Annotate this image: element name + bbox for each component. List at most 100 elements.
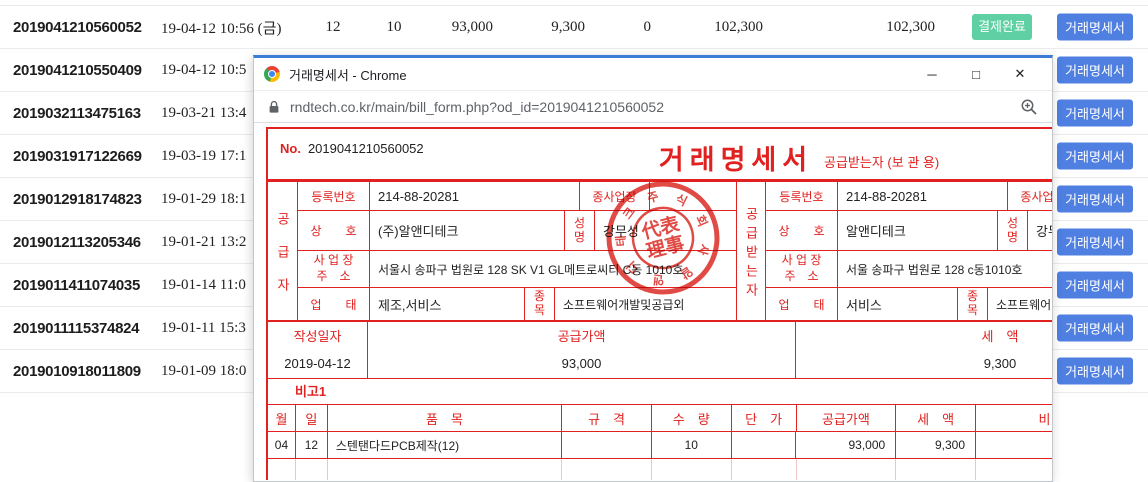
invoice-button[interactable]: 거래명세서	[1057, 358, 1133, 385]
order-id: 2019011115374824	[0, 320, 161, 337]
reg-no-label: 등록번호	[766, 182, 838, 210]
item-note	[976, 432, 1052, 458]
order-discount: 0	[585, 19, 651, 36]
biz-item-label: 종목	[958, 288, 988, 320]
order-id: 2019032113475163	[0, 105, 161, 122]
receiver-side-label: 공급받는자	[736, 182, 766, 320]
invoice-button[interactable]: 거래명세서	[1057, 143, 1133, 170]
remark-label: 비고1	[268, 378, 1052, 404]
invoice-header: No.2019041210560052 거래명세서 공급받는자 (보 관 용)	[268, 129, 1052, 179]
receiver-address: 서울 송파구 법원로 128 c동1010호	[838, 251, 1052, 287]
screen: 2019041210560052 19-04-12 10:56 (금) 12 1…	[0, 0, 1148, 482]
maximize-button[interactable]: □	[954, 67, 998, 82]
receiver-reg-no: 214-88-20281	[838, 182, 1008, 210]
order-qty2: 10	[370, 19, 418, 36]
col-note: 비 고	[976, 405, 1052, 431]
biz-type-label: 업 태	[298, 288, 370, 320]
supplier-reg-no: 214-88-20281	[370, 182, 580, 210]
invoice-number-value: 2019041210560052	[308, 141, 424, 156]
window-titlebar[interactable]: 거래명세서 - Chrome ─ □ ✕	[254, 58, 1052, 90]
item-month: 04	[268, 432, 296, 458]
col-day: 일	[296, 405, 328, 431]
chrome-icon	[264, 66, 280, 82]
address-label: 사 업 장주 소	[766, 251, 838, 287]
svg-text:주: 주	[646, 189, 660, 205]
order-paid-total: 102,300	[763, 19, 935, 36]
order-row: 2019041210560052 19-04-12 10:56 (금) 12 1…	[0, 6, 1148, 49]
invoice-button[interactable]: 거래명세서	[1057, 14, 1133, 41]
svg-text:앤: 앤	[652, 272, 665, 288]
svg-text:알: 알	[678, 264, 695, 282]
zoom-icon[interactable]	[1020, 98, 1038, 116]
receiver-company: 알앤디테크	[838, 211, 998, 250]
invoice-number: No. 2019041210560052	[280, 141, 424, 156]
invoice-document: No.2019041210560052 거래명세서 공급받는자 (보 관 용) …	[266, 127, 1052, 480]
svg-text:크: 크	[620, 205, 638, 222]
order-tax: 9,300	[493, 19, 585, 36]
popup-content: No.2019041210560052 거래명세서 공급받는자 (보 관 용) …	[254, 123, 1052, 480]
order-date: 19-04-12 10:56 (금)	[161, 17, 293, 38]
col-month: 월	[268, 405, 296, 431]
branch-label: 종사업장	[1008, 182, 1052, 210]
order-supply: 93,000	[418, 19, 493, 36]
close-button[interactable]: ✕	[998, 66, 1042, 82]
order-id: 2019041210560052	[0, 19, 161, 36]
page-url: rndtech.co.kr/main/bill_form.php?od_id=2…	[290, 99, 1020, 115]
write-date-label: 작성일자	[268, 322, 368, 348]
invoice-button[interactable]: 거래명세서	[1057, 229, 1133, 256]
status-badge: 결제완료	[972, 14, 1032, 40]
summary-value-row: 2019-04-12 93,000 9,300	[268, 348, 1052, 378]
biz-item-label: 종목	[525, 288, 555, 320]
col-tax: 세 액	[896, 405, 976, 431]
svg-text:회: 회	[693, 213, 711, 229]
col-price: 단 가	[732, 405, 797, 431]
ceo-label: 성명	[565, 211, 595, 250]
minimize-button[interactable]: ─	[910, 67, 954, 82]
item-qty: 10	[652, 432, 732, 458]
svg-text:테: 테	[614, 235, 629, 247]
company-label: 상 호	[766, 211, 838, 250]
col-qty: 수 량	[652, 405, 732, 431]
supplier-biz-type: 제조,서비스	[370, 288, 525, 320]
item-row-empty	[268, 458, 1052, 480]
order-id: 2019031917122669	[0, 148, 161, 165]
invoice-button[interactable]: 거래명세서	[1057, 315, 1133, 342]
col-item: 품 목	[328, 405, 562, 431]
tax-amount-value: 9,300	[796, 348, 1052, 378]
tax-amount-label: 세 액	[796, 322, 1052, 348]
order-total: 102,300	[651, 19, 763, 36]
order-id: 2019010918011809	[0, 363, 161, 380]
ceo-label: 성명	[998, 211, 1028, 250]
item-name: 스텐탠다드PCB제작(12)	[328, 432, 562, 458]
svg-text:식: 식	[673, 191, 690, 209]
chrome-popup-window: 거래명세서 - Chrome ─ □ ✕ rndtech.co.kr/main/…	[253, 55, 1053, 482]
item-supply: 93,000	[796, 432, 896, 458]
invoice-button[interactable]: 거래명세서	[1057, 272, 1133, 299]
col-spec: 규 격	[562, 405, 652, 431]
invoice-button[interactable]: 거래명세서	[1057, 57, 1133, 84]
item-day: 12	[296, 432, 328, 458]
items-header-row: 월 일 품 목 규 격 수 량 단 가 공급가액 세 액 비 고	[268, 404, 1052, 431]
supply-amount-label: 공급가액	[368, 322, 796, 348]
invoice-copy-label: 공급받는자 (보 관 용)	[824, 152, 939, 171]
invoice-button[interactable]: 거래명세서	[1057, 186, 1133, 213]
item-tax: 9,300	[896, 432, 976, 458]
col-supply: 공급가액	[797, 405, 897, 431]
item-spec	[562, 432, 652, 458]
receiver-biz-item: 소프트웨어개발및공급외	[988, 288, 1052, 320]
reg-no-label: 등록번호	[298, 182, 370, 210]
invoice-button[interactable]: 거래명세서	[1057, 100, 1133, 127]
biz-type-label: 업 태	[766, 288, 838, 320]
order-id: 2019041210550409	[0, 62, 161, 79]
address-label: 사 업 장주 소	[298, 251, 370, 287]
company-label: 상 호	[298, 211, 370, 250]
write-date-value: 2019-04-12	[268, 348, 368, 378]
order-id: 2019011411074035	[0, 277, 161, 294]
order-id: 2019012918174823	[0, 191, 161, 208]
receiver-biz-type: 서비스	[838, 288, 958, 320]
address-bar[interactable]: rndtech.co.kr/main/bill_form.php?od_id=2…	[254, 90, 1052, 123]
receiver-block: 공급받는자 등록번호 214-88-20281 종사업장 상 호 알앤디테크	[736, 182, 1052, 320]
order-qty: 12	[308, 19, 358, 36]
supplier-side-label: 공급자	[268, 182, 298, 320]
invoice-number-label: No.	[280, 141, 301, 156]
